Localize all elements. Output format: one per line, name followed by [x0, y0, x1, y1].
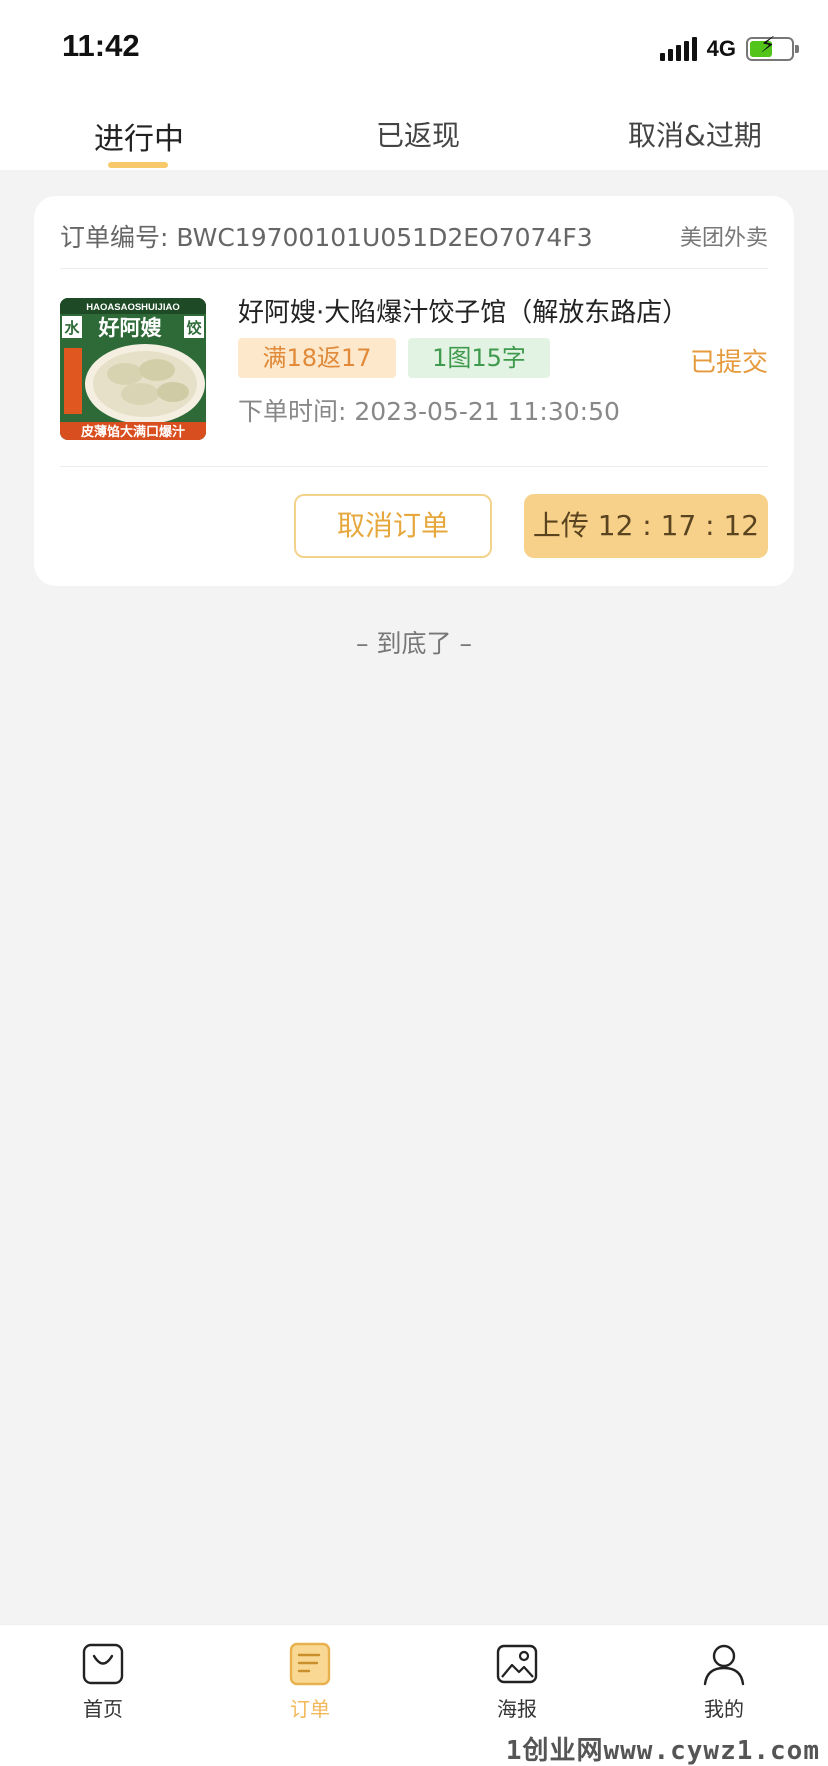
- shop-name[interactable]: 好阿嫂·大陷爆汁饺子馆（解放东路店）: [238, 292, 688, 329]
- status-indicators: 4G ⚡: [659, 35, 799, 62]
- nav-profile[interactable]: 我的: [664, 1641, 784, 1722]
- status-time: 11:42: [62, 28, 140, 63]
- order-status: 已提交: [689, 348, 768, 378]
- battery-icon: ⚡: [746, 35, 799, 61]
- watermark: 1创业网www.cywz1.com: [505, 1736, 820, 1766]
- tab-cashback-returned[interactable]: 已返现: [376, 114, 460, 154]
- shop-image-brand-text: 好阿嫂: [98, 316, 163, 340]
- user-profile-icon: [703, 1644, 745, 1686]
- nav-label: 首页: [83, 1697, 123, 1721]
- shop-image-left-char: 水: [64, 319, 80, 337]
- upload-button[interactable]: 上传 12 : 17 : 12: [524, 494, 768, 558]
- tab-cancelled-expired[interactable]: 取消&过期: [628, 114, 762, 154]
- cancel-order-button[interactable]: 取消订单: [294, 494, 492, 558]
- order-tabs: 进行中 已返现 取消&过期: [0, 100, 828, 170]
- shop-image-right-char: 饺: [186, 319, 202, 337]
- order-card: 订单编号: BWC19700101U051D2EO7074F3 美团外卖 HAO…: [34, 196, 794, 586]
- nav-label: 我的: [704, 1697, 744, 1721]
- shop-image-bottom-text: 皮薄馅大满口爆汁: [80, 424, 185, 440]
- order-time: 下单时间: 2023-05-21 11:30:50: [238, 397, 620, 426]
- divider: [60, 466, 768, 467]
- signal-icon: [659, 37, 697, 61]
- rebate-tag: 满18返17: [238, 338, 396, 378]
- shop-image[interactable]: HAOASAOSHUIJIAO 水 好阿嫂 饺 皮薄馅大满口爆汁: [60, 298, 206, 440]
- network-type: 4G: [706, 36, 736, 61]
- poster-image-icon: [496, 1644, 538, 1684]
- divider: [60, 268, 768, 269]
- top-header: 11:42 4G ⚡ 进行中 已返现 取消&过期: [0, 0, 828, 170]
- shop-image-top-text: HAOASAOSHUIJIAO: [86, 302, 179, 313]
- nav-orders[interactable]: 订单: [250, 1641, 370, 1722]
- order-number: 订单编号: BWC19700101U051D2EO7074F3: [60, 223, 593, 252]
- active-tab-indicator: [108, 162, 168, 168]
- bag-icon: [82, 1643, 124, 1685]
- end-of-list-text: – 到底了 –: [356, 629, 472, 658]
- nav-label: 订单: [290, 1697, 330, 1721]
- nav-posters[interactable]: 海报: [457, 1641, 577, 1722]
- review-requirement-tag: 1图15字: [408, 338, 550, 378]
- nav-home[interactable]: 首页: [43, 1641, 163, 1722]
- tab-in-progress[interactable]: 进行中: [94, 114, 184, 158]
- nav-label: 海报: [497, 1697, 537, 1721]
- platform-label: 美团外卖: [679, 226, 768, 251]
- order-list-icon: [289, 1642, 331, 1686]
